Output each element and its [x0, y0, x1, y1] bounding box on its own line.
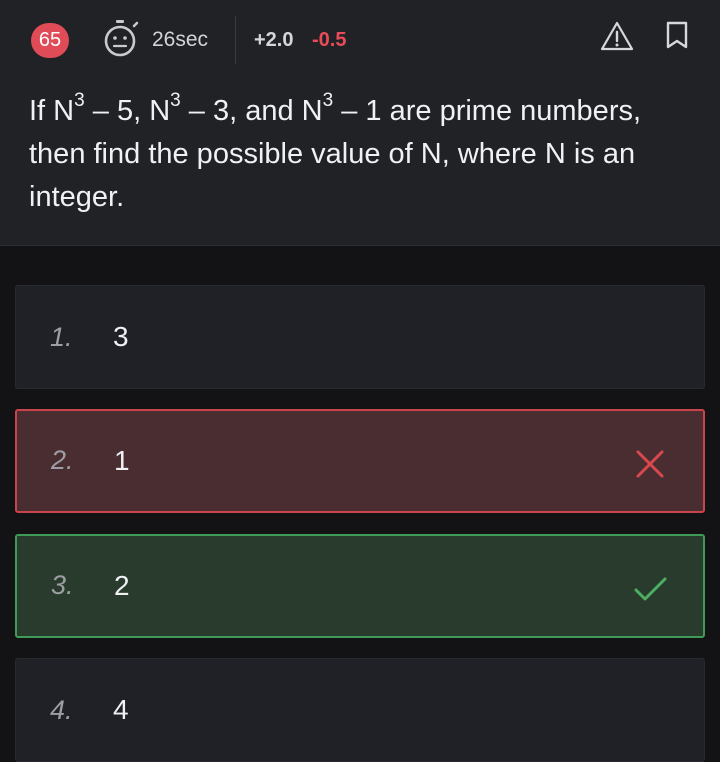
option-value: 2 [114, 570, 130, 601]
bookmark-icon[interactable] [664, 20, 690, 50]
option-number: 4. [50, 695, 73, 725]
positive-marks: +2.0 [254, 29, 294, 51]
question-exponent: 3 [170, 90, 181, 112]
header-divider [235, 16, 236, 64]
warning-triangle-icon[interactable] [599, 20, 635, 52]
question-exponent: 3 [322, 90, 334, 112]
option-number: 3. [51, 570, 74, 600]
timer-text: 26sec [152, 28, 209, 51]
check-icon [634, 577, 667, 601]
option-value: 3 [113, 321, 129, 352]
question-number-badge: 65 [31, 23, 69, 58]
option-value: 1 [114, 445, 130, 476]
question-text-part: – 3, and N [180, 95, 323, 127]
stopwatch-face-icon [104, 20, 139, 57]
option-4[interactable]: 4. 4 [15, 658, 705, 762]
question-text: If N3 – 5, N3 – 3, and N3 – 1 are prime … [29, 90, 689, 219]
question-card: 65 26sec +2.0 -0.5 If N3 – 5, N3 – 3, an… [0, 0, 720, 246]
option-1[interactable]: 1. 3 [15, 285, 705, 389]
option-value: 4 [113, 694, 129, 725]
option-number: 2. [51, 445, 74, 475]
question-text-part: If N [29, 95, 75, 127]
option-3[interactable]: 3. 2 [15, 534, 705, 638]
cross-icon [636, 450, 664, 478]
question-header: 65 26sec +2.0 -0.5 [0, 0, 720, 80]
option-number: 1. [50, 322, 73, 352]
question-exponent: 3 [74, 90, 85, 112]
option-2[interactable]: 2. 1 [15, 409, 705, 513]
negative-marks: -0.5 [312, 29, 347, 51]
question-text-part: – 5, N [84, 95, 171, 127]
